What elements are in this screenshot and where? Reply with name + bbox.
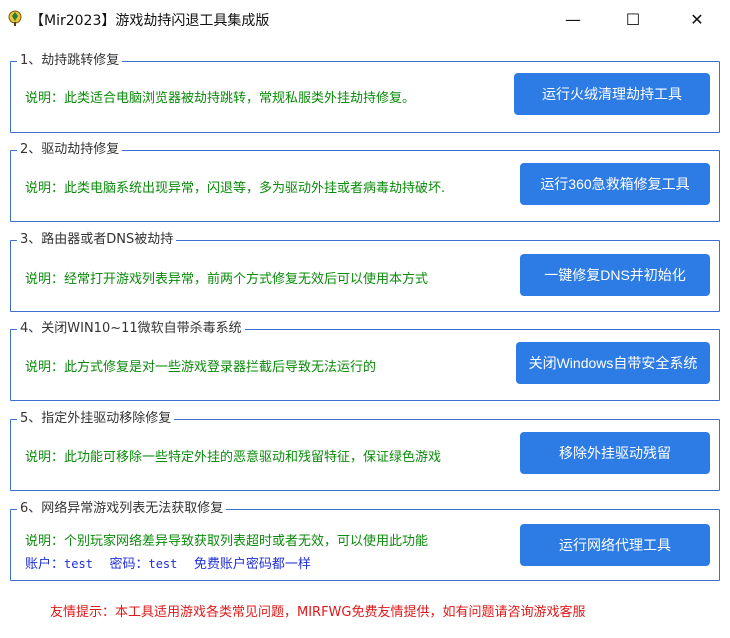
group-driver-hijack: 2、驱动劫持修复 说明：此类电脑系统出现异常，闪退等，多为驱动外挂或者病毒劫持破… (10, 141, 720, 222)
group-title: 5、指定外挂驱动移除修复 (17, 410, 175, 428)
run-network-proxy-button[interactable]: 运行网络代理工具 (520, 524, 710, 566)
group-description: 说明：此类适合电脑浏览器被劫持跳转，常规私服类外挂劫持修复。 (25, 91, 416, 106)
group-title: 6、网络异常游戏列表无法获取修复 (17, 500, 227, 518)
account-value: test (64, 557, 93, 571)
group-description: 说明：经常打开游戏列表异常，前两个方式修复无效后可以使用本方式 (25, 272, 429, 287)
minimize-icon: — (565, 9, 581, 29)
account-note: 免费账户密码都一样 (193, 557, 311, 572)
group-disable-defender: 4、关闭WIN10~11微软自带杀毒系统 说明：此方式修复是对一些游戏登录器拦截… (10, 320, 720, 401)
disable-windows-security-button[interactable]: 关闭Windows自带安全系统 (516, 342, 710, 384)
title-bar: 【Mir2023】游戏劫持闪退工具集成版 — ☐ ✕ (0, 0, 730, 38)
run-huorong-cleaner-button[interactable]: 运行火绒清理劫持工具 (514, 73, 710, 115)
group-description: 说明：个别玩家网络差异导致获取列表超时或者无效，可以使用此功能 (25, 534, 429, 549)
group-remove-driver: 5、指定外挂驱动移除修复 说明：此功能可移除一些特定外挂的恶意驱动和残留特征，保… (10, 410, 720, 491)
account-label: 账户： (25, 557, 65, 572)
group-dns-hijack: 3、路由器或者DNS被劫持 说明：经常打开游戏列表异常，前两个方式修复无效后可以… (10, 231, 720, 312)
remove-driver-residue-button[interactable]: 移除外挂驱动残留 (520, 432, 710, 474)
password-value: test (148, 557, 178, 571)
group-title: 1、劫持跳转修复 (17, 52, 123, 70)
group-hijack-redirect: 1、劫持跳转修复 说明：此类适合电脑浏览器被劫持跳转，常规私服类外挂劫持修复。 … (10, 52, 720, 133)
game-logo-icon (8, 10, 22, 26)
group-title: 2、驱动劫持修复 (17, 141, 123, 159)
group-title: 4、关闭WIN10~11微软自带杀毒系统 (17, 320, 245, 338)
group-title: 3、路由器或者DNS被劫持 (17, 231, 177, 249)
window-title: 【Mir2023】游戏劫持闪退工具集成版 (30, 13, 270, 29)
group-description: 说明：此类电脑系统出现异常，闪退等，多为驱动外挂或者病毒劫持破坏. (25, 181, 446, 196)
group-network-proxy: 6、网络异常游戏列表无法获取修复 说明：个别玩家网络差异导致获取列表超时或者无效… (10, 500, 720, 581)
minimize-button[interactable]: — (550, 0, 596, 38)
account-info: 账户：test 密码：test 免费账户密码都一样 (25, 553, 311, 572)
password-label: 密码： (109, 557, 149, 572)
maximize-icon: ☐ (625, 9, 641, 29)
group-description: 说明：此方式修复是对一些游戏登录器拦截后导致无法运行的 (25, 360, 377, 375)
group-description: 说明：此功能可移除一些特定外挂的恶意驱动和残留特征，保证绿色游戏 (25, 450, 442, 465)
close-icon: ✕ (690, 9, 704, 29)
close-button[interactable]: ✕ (674, 0, 720, 38)
maximize-button[interactable]: ☐ (610, 0, 656, 38)
run-360-rescue-button[interactable]: 运行360急救箱修复工具 (520, 163, 710, 205)
footer-tip: 友情提示：本工具适用游戏各类常见问题，MIRFWG免费友情提供，如有问题请咨询游… (50, 605, 586, 620)
fix-dns-button[interactable]: 一键修复DNS并初始化 (520, 254, 710, 296)
